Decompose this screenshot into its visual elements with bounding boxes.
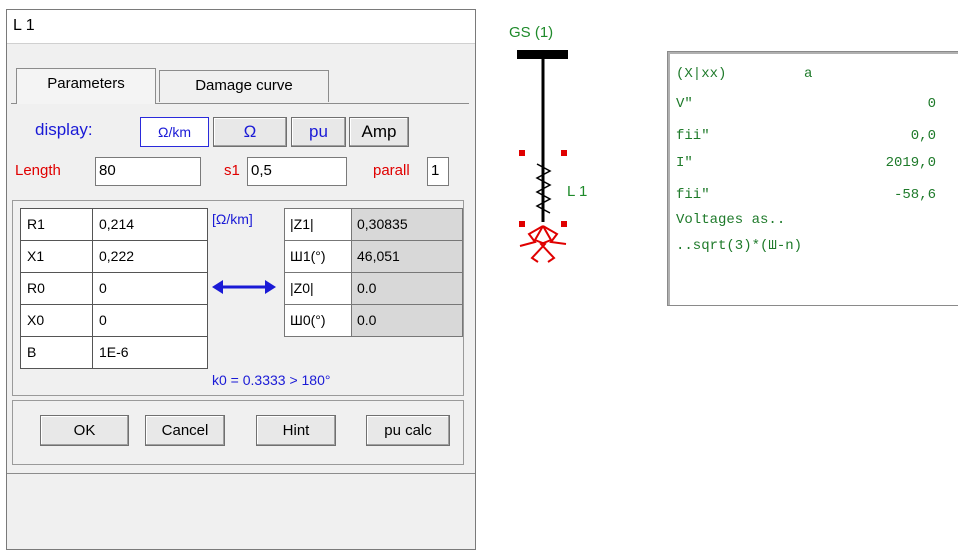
result-label: fii" (676, 187, 710, 203)
derived-value-angle0: 0.0 (351, 304, 463, 337)
convert-arrow-icon (212, 280, 276, 294)
param-name: R1 (20, 208, 93, 241)
param-value-r1[interactable]: 0,214 (92, 208, 208, 241)
results-note: ..sqrt(3)*(Ш-n) (676, 238, 803, 254)
param-value-b[interactable]: 1E-6 (92, 336, 208, 369)
tab-damage-curve[interactable]: Damage curve (159, 70, 329, 102)
derived-name: |Z1| (284, 208, 352, 241)
parameters-panel: display: Ω/km Ω pu Amp Length 80 s1 0,5 … (11, 103, 469, 472)
result-value: 0 (927, 96, 936, 112)
result-label: V" (676, 96, 693, 112)
line-label: L 1 (567, 183, 588, 200)
k0-text: k0 = 0.3333 > 180° (212, 372, 331, 388)
result-label: fii" (676, 128, 710, 144)
results-note: Voltages as.. (676, 212, 786, 228)
busbar-icon (517, 50, 568, 59)
line-diagram[interactable] (510, 44, 580, 274)
parall-label: parall (373, 162, 410, 179)
dialog-title: L 1 (13, 17, 35, 34)
divider (7, 473, 475, 474)
param-value-r0[interactable]: 0 (92, 272, 208, 305)
display-ohm-per-km-button[interactable]: Ω/km (140, 117, 209, 147)
result-value: -58,6 (893, 187, 936, 203)
length-input[interactable]: 80 (95, 157, 201, 186)
unit-label: [Ω/km] (212, 211, 253, 227)
generator-source-label: GS (1) (509, 24, 554, 41)
results-header-right: a (804, 66, 813, 82)
derived-name: Ш0(°) (284, 304, 352, 337)
derived-name: Ш1(°) (284, 240, 352, 273)
display-pu-button[interactable]: pu (291, 117, 346, 147)
derived-name: |Z0| (284, 272, 352, 305)
ok-button[interactable]: OK (40, 415, 129, 446)
param-value-x0[interactable]: 0 (92, 304, 208, 337)
length-label: Length (15, 162, 61, 179)
display-ohm-button[interactable]: Ω (213, 117, 287, 147)
parall-input[interactable]: 1 (427, 157, 449, 186)
s1-input[interactable]: 0,5 (247, 157, 347, 186)
result-value: 0,0 (910, 128, 936, 144)
selection-handle (519, 150, 525, 156)
s1-label: s1 (224, 162, 240, 179)
cancel-button[interactable]: Cancel (145, 415, 225, 446)
selection-handle (561, 150, 567, 156)
line-parameters-dialog: L 1 Parameters Damage curve display: Ω/k… (6, 9, 476, 550)
selection-handle (561, 221, 567, 227)
display-label: display: (35, 120, 93, 139)
fault-results-panel: (X|xx) a V" 0 fii" 0,0 I" 2019,0 fii" -5… (667, 51, 958, 306)
result-value: 2019,0 (885, 155, 936, 171)
param-name: B (20, 336, 93, 369)
hint-button[interactable]: Hint (256, 415, 336, 446)
result-label: I" (676, 155, 693, 171)
display-amp-button[interactable]: Amp (349, 117, 409, 147)
param-name: R0 (20, 272, 93, 305)
derived-value-z0: 0.0 (351, 272, 463, 305)
pu-calc-button[interactable]: pu calc (366, 415, 450, 446)
param-name: X0 (20, 304, 93, 337)
results-header-left: (X|xx) (676, 66, 727, 82)
selection-handle (519, 221, 525, 227)
param-name: X1 (20, 240, 93, 273)
param-value-x1[interactable]: 0,222 (92, 240, 208, 273)
tab-parameters[interactable]: Parameters (16, 68, 156, 104)
derived-value-angle1: 46,051 (351, 240, 463, 273)
title-bar: L 1 (7, 10, 475, 44)
derived-value-z1: 0,30835 (351, 208, 463, 241)
